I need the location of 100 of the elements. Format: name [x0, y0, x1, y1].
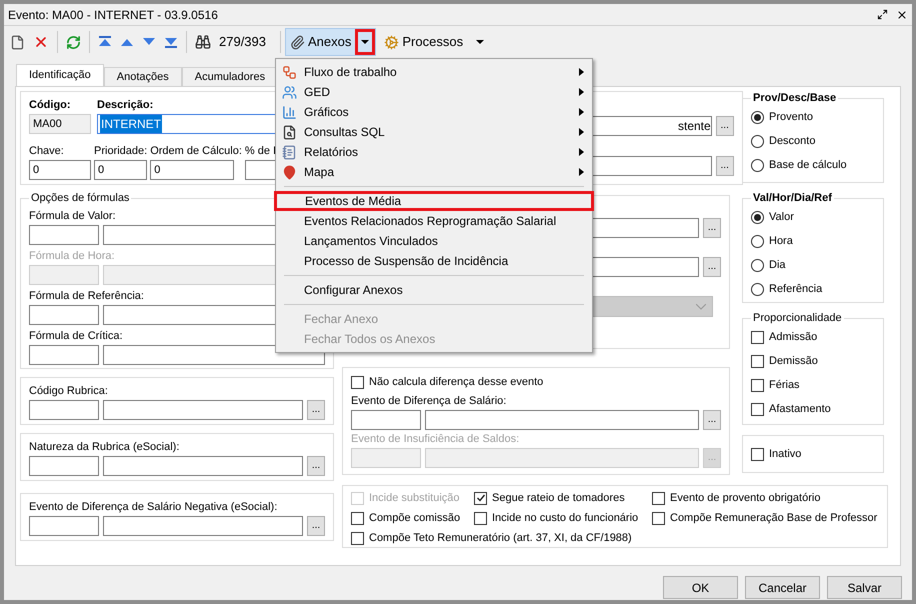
menu-item[interactable]: Eventos de Média — [274, 191, 594, 211]
input-field[interactable]: 0 — [150, 160, 234, 180]
menu-item[interactable]: Fluxo de trabalho — [276, 62, 592, 82]
maximize-icon[interactable] — [877, 9, 888, 20]
input-field[interactable] — [29, 456, 99, 476]
gear-icon — [384, 34, 400, 50]
input-field[interactable] — [29, 516, 99, 536]
field-label: Evento de Diferença de Salário Negativa (eSocial): — [29, 500, 278, 514]
radio-button[interactable] — [751, 282, 764, 296]
checkbox[interactable] — [474, 512, 487, 524]
new-document-icon[interactable] — [10, 34, 25, 50]
binoculars-icon[interactable] — [195, 34, 211, 50]
menu-item[interactable]: Lançamentos Vinculados — [276, 231, 592, 251]
field-label: Descrição: — [97, 98, 154, 112]
submenu-arrow-icon — [579, 148, 584, 156]
input-field[interactable] — [103, 345, 325, 365]
menu-item[interactable]: Eventos Relacionados Reprogramação Salarial — [276, 211, 592, 231]
input-field[interactable] — [29, 400, 99, 420]
radio-button[interactable] — [751, 210, 764, 224]
checkbox[interactable] — [751, 330, 764, 344]
input-field[interactable] — [103, 456, 303, 476]
map-pin-icon — [282, 164, 297, 180]
input-field[interactable] — [351, 448, 421, 468]
submenu-arrow-icon — [579, 108, 584, 116]
browse-button[interactable]: ... — [703, 257, 721, 277]
dropdown-arrow-button[interactable] — [355, 29, 376, 55]
input-field[interactable] — [103, 400, 303, 420]
window-title: Evento: MA00 - INTERNET - 03.9.0516 — [8, 6, 219, 24]
input-field[interactable]: 0 — [94, 160, 147, 180]
radio-button[interactable] — [751, 110, 764, 124]
field-label: Prioridade: — [94, 144, 148, 158]
checkbox[interactable] — [751, 448, 764, 460]
field-label: Natureza da Rubrica (eSocial): — [29, 440, 180, 454]
menu-item[interactable]: GED — [276, 82, 592, 102]
input-field[interactable] — [425, 448, 699, 468]
menu-item[interactable]: Configurar Anexos — [276, 280, 592, 300]
field-label: Código Rubrica: — [29, 384, 108, 398]
refresh-icon[interactable] — [66, 34, 81, 50]
field-label: Provento — [769, 110, 814, 124]
field-label: Evento de Insuficiência de Saldos: — [351, 432, 520, 446]
browse-button[interactable]: ... — [716, 156, 734, 176]
dialog-button[interactable]: OK — [663, 576, 738, 599]
browse-button[interactable]: ... — [703, 218, 721, 238]
input-field[interactable] — [29, 305, 99, 325]
field-label: Código: — [29, 98, 71, 112]
field-label: Incide substituição — [369, 491, 460, 505]
first-record-icon[interactable] — [98, 36, 112, 48]
search-icon — [282, 124, 297, 140]
checkbox[interactable] — [652, 492, 665, 504]
checkbox[interactable] — [351, 532, 364, 544]
input-field[interactable] — [425, 410, 699, 430]
close-icon[interactable] — [896, 8, 908, 20]
radio-button[interactable] — [751, 258, 764, 272]
checkbox[interactable] — [751, 378, 764, 392]
tab[interactable]: Identificação — [16, 64, 104, 86]
field-label: Fórmula de Hora: — [29, 249, 115, 263]
browse-button[interactable]: ... — [307, 456, 325, 476]
code-field[interactable]: MA00 — [29, 114, 91, 134]
tab[interactable]: Anotações — [104, 67, 182, 86]
field-label: Hora — [769, 234, 793, 248]
browse-button[interactable]: ... — [703, 410, 721, 430]
menu-item[interactable]: Relatórios — [276, 142, 592, 162]
checkbox[interactable] — [474, 492, 487, 504]
notebook-icon — [282, 144, 297, 160]
processes-button[interactable]: Processos — [384, 29, 484, 55]
input-field[interactable] — [29, 265, 99, 285]
input-field[interactable] — [103, 516, 303, 536]
submenu-arrow-icon — [579, 128, 584, 136]
people-icon — [282, 84, 297, 100]
browse-button[interactable]: ... — [307, 400, 325, 420]
input-field[interactable]: 0 — [29, 160, 91, 180]
field-label: Não calcula diferença desse evento — [369, 375, 544, 389]
delete-icon[interactable] — [33, 34, 49, 50]
group-title: Proporcionalidade — [752, 311, 843, 325]
bar-chart-icon — [282, 104, 297, 120]
field-label: Segue rateio de tomadores — [492, 491, 625, 505]
radio-button[interactable] — [751, 158, 764, 172]
menu-item[interactable]: Processo de Suspensão de Incidência — [276, 251, 592, 271]
dialog-button[interactable]: Salvar — [827, 576, 902, 599]
caret-icon — [476, 40, 484, 44]
input-field[interactable] — [351, 410, 421, 430]
field-label: Demissão — [769, 354, 818, 368]
menu-item[interactable]: Mapa — [276, 162, 592, 182]
field-label: Incide no custo do funcionário — [492, 511, 638, 525]
dialog-button[interactable]: Cancelar — [745, 576, 820, 599]
checkbox[interactable] — [751, 402, 764, 416]
input-field[interactable] — [29, 345, 99, 365]
checkbox[interactable] — [751, 354, 764, 368]
checkbox[interactable] — [351, 376, 364, 388]
radio-button[interactable] — [751, 234, 764, 248]
radio-button[interactable] — [751, 134, 764, 148]
group-title: Prov/Desc/Base — [752, 91, 838, 105]
last-record-icon[interactable] — [164, 36, 178, 48]
browse-button[interactable]: ... — [307, 516, 325, 536]
checkbox[interactable] — [652, 512, 665, 524]
checkbox[interactable] — [351, 512, 364, 524]
field-label: Evento de Diferença de Salário: — [351, 394, 506, 408]
field-label: Inativo — [769, 447, 802, 461]
browse-button[interactable]: ... — [716, 116, 734, 136]
input-field[interactable] — [29, 225, 99, 245]
